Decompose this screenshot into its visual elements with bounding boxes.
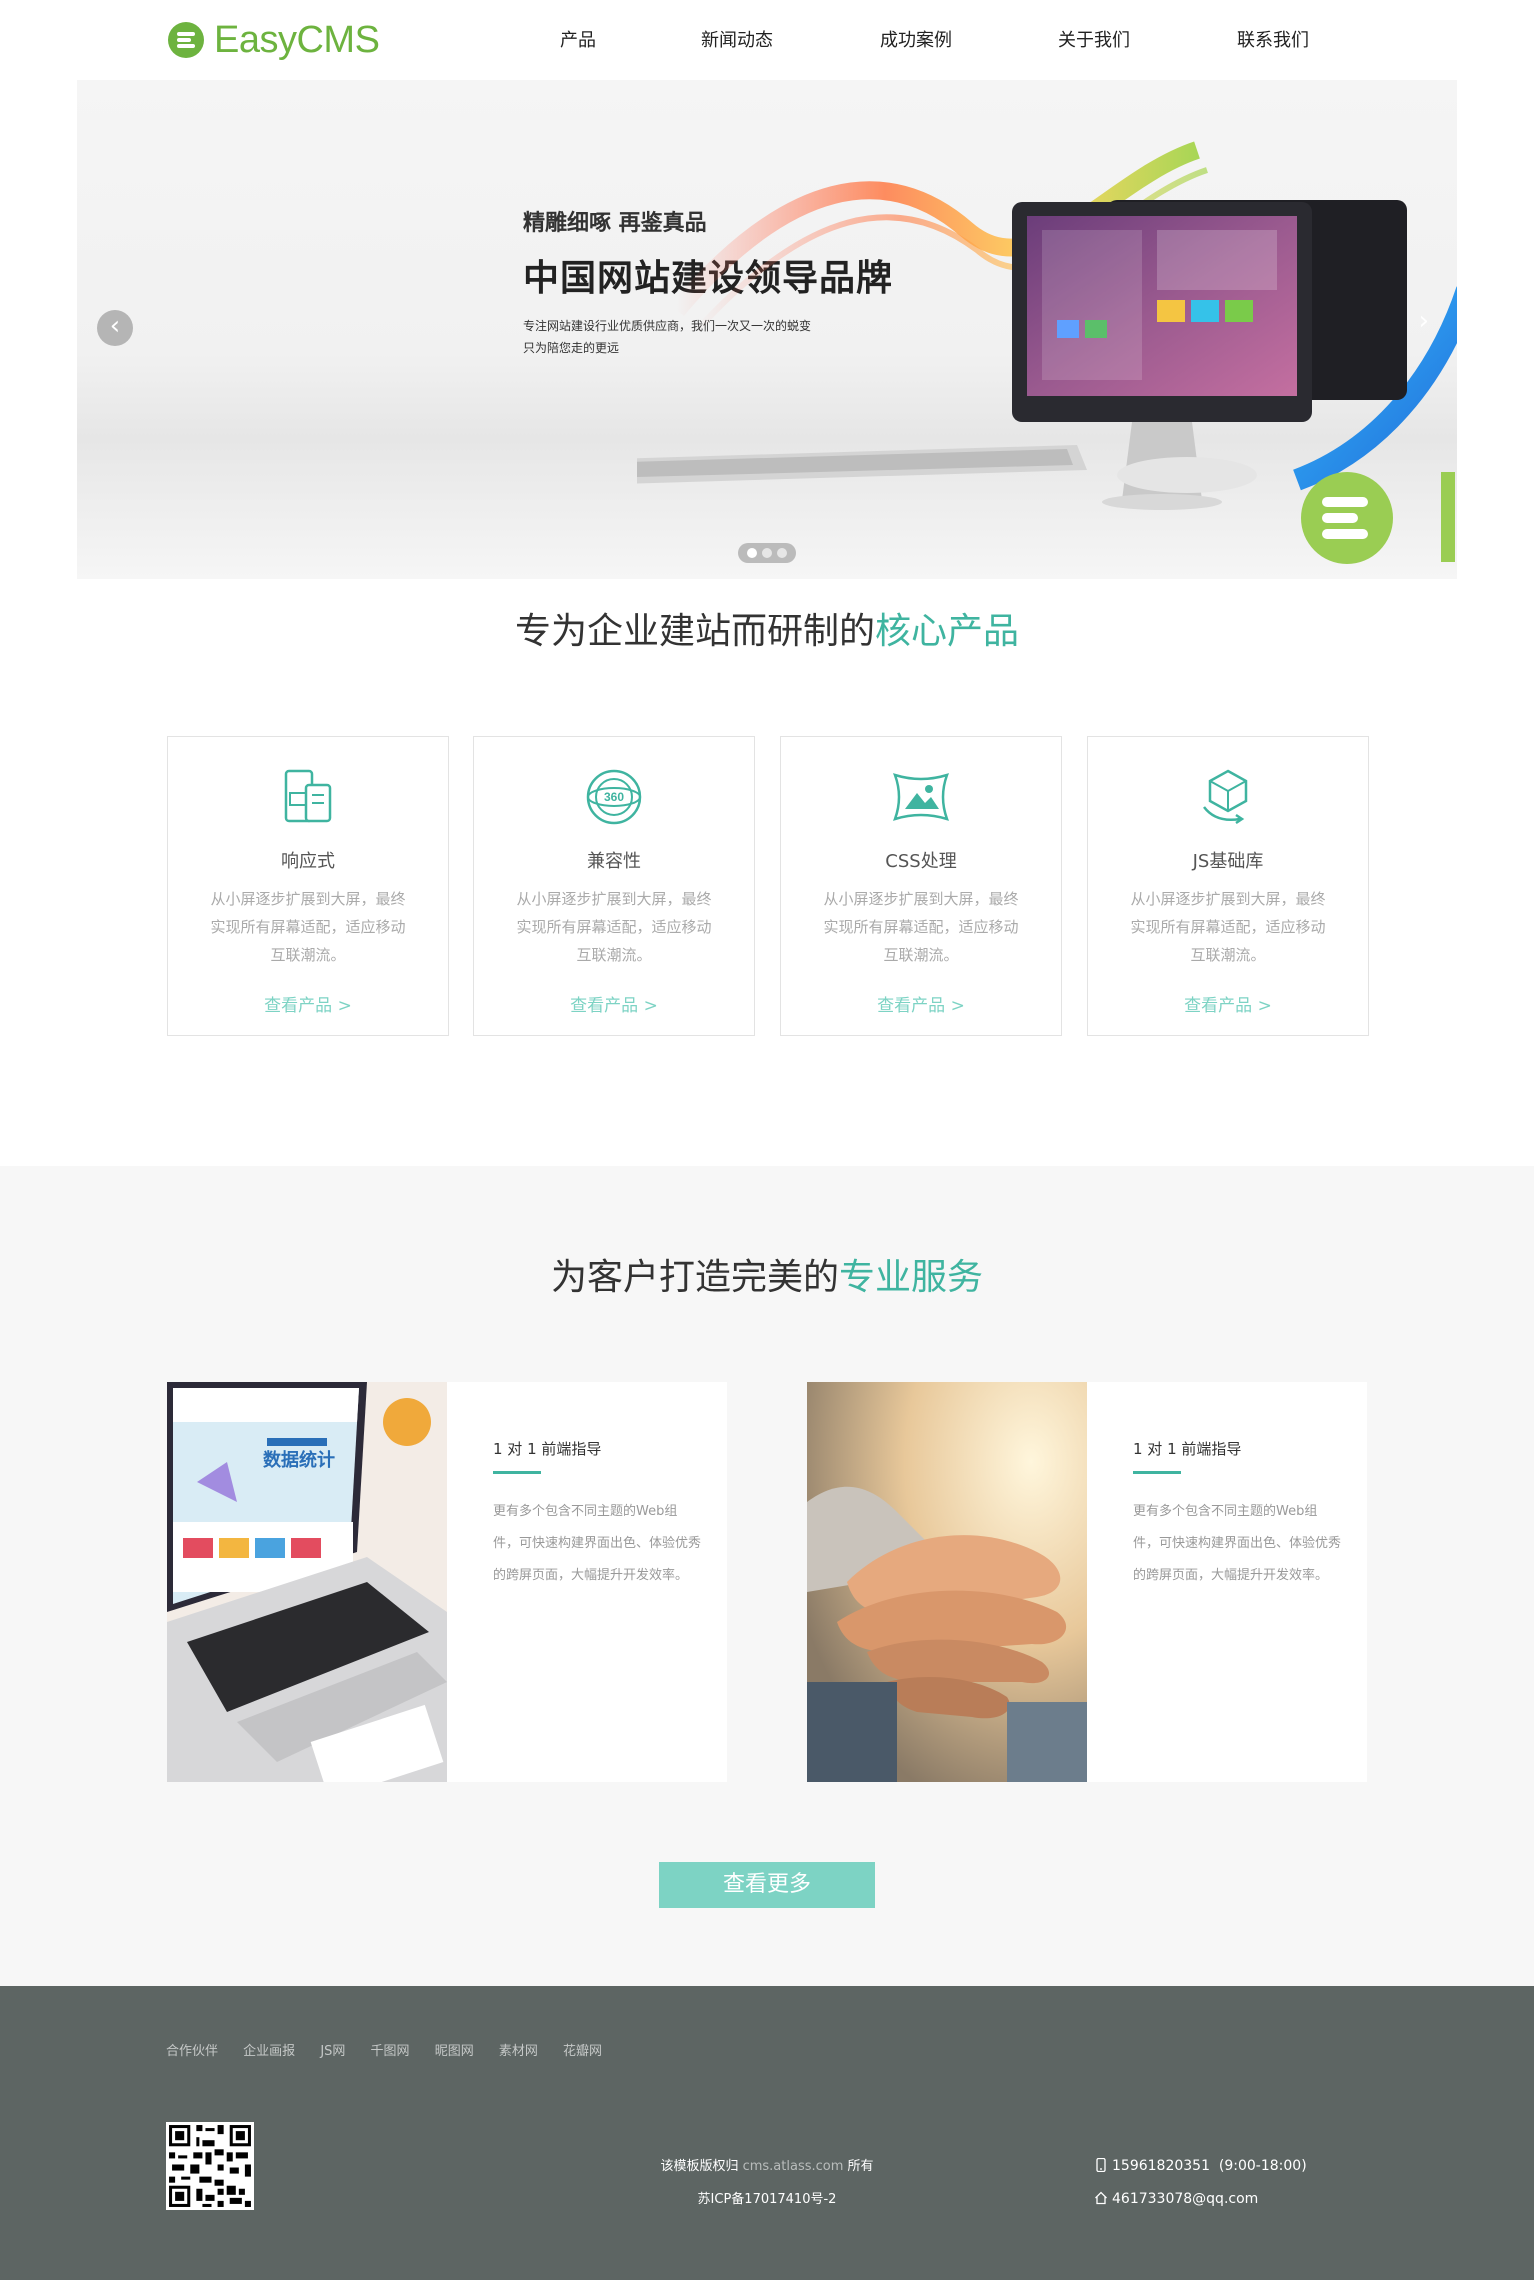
footer-link[interactable]: 素材网 — [499, 2044, 538, 2059]
product-description: 从小屏逐步扩展到大屏，最终实现所有屏幕适配，适应移动互联潮流。 — [210, 890, 406, 964]
product-description: 从小屏逐步扩展到大屏，最终实现所有屏幕适配，适应移动互联潮流。 — [516, 890, 712, 964]
chevron-left-icon: ‹ — [109, 311, 121, 341]
nav-item-cases[interactable]: 成功案例 — [880, 26, 952, 52]
view-product-link[interactable]: 查看产品 > — [1088, 991, 1368, 1016]
product-name: 兼容性 — [587, 851, 641, 872]
title-underline — [493, 1471, 541, 1474]
product-description: 从小屏逐步扩展到大屏，最终实现所有屏幕适配，适应移动互联潮流。 — [823, 890, 1019, 964]
360-globe-icon: 360 — [586, 769, 642, 825]
footer-link[interactable]: 花瓣网 — [563, 2044, 602, 2059]
laptop-illustration: 数据统计 — [167, 1382, 447, 1782]
service-text: 1 对 1 前端指导 更有多个包含不同主题的Web组件，可快速构建界面出色、体验… — [1133, 1438, 1343, 1592]
product-card[interactable]: 360 兼容性 从小屏逐步扩展到大屏，最终实现所有屏幕适配，适应移动互联潮流。 … — [473, 736, 755, 1036]
nav-item-news[interactable]: 新闻动态 — [701, 26, 773, 52]
footer-contact: 15961820351 (9:00-18:00) 461733078@qq.co… — [1094, 2150, 1307, 2216]
laptop-photo: 数据统计 — [167, 1382, 447, 1782]
chevron-right-icon: › — [1418, 306, 1429, 336]
contact-phone: 15961820351 (9:00-18:00) — [1094, 2150, 1307, 2183]
services-title-plain: 为客户打造完美的 — [550, 1257, 839, 1298]
office-hours: (9:00-18:00) — [1218, 2158, 1307, 2174]
icp-number[interactable]: 苏ICP备17017410号-2 — [500, 2183, 1034, 2216]
footer-link[interactable]: JS网 — [320, 2044, 345, 2059]
footer-copyright: 该模板版权归 cms.atlass.com 所有 苏ICP备17017410号-… — [500, 2150, 1034, 2216]
footer-links: 合作伙伴 企业画报 JS网 千图网 昵图网 素材网 花瓣网 — [166, 2040, 623, 2059]
slide-dot[interactable] — [777, 548, 788, 558]
product-card[interactable]: CSS处理 从小屏逐步扩展到大屏，最终实现所有屏幕适配，适应移动互联潮流。 查看… — [780, 736, 1062, 1036]
footer-link[interactable]: 企业画报 — [243, 2044, 295, 2059]
service-description: 更有多个包含不同主题的Web组件，可快速构建界面出色、体验优秀的跨屏页面，大幅提… — [1133, 1504, 1342, 1583]
copyright-domain[interactable]: cms.atlass.com — [743, 2159, 844, 2174]
service-card[interactable]: 1 对 1 前端指导 更有多个包含不同主题的Web组件，可快速构建界面出色、体验… — [807, 1382, 1367, 1782]
view-more-button[interactable]: 查看更多 — [659, 1862, 875, 1908]
banner-illustration — [637, 141, 1457, 564]
main-nav: 产品 新闻动态 成功案例 关于我们 联系我们 — [0, 26, 1534, 56]
banner-prev-button[interactable]: ‹ — [97, 310, 133, 346]
site-header: EasyCMS 产品 新闻动态 成功案例 关于我们 联系我们 — [0, 0, 1534, 80]
email-address: 461733078@qq.com — [1112, 2191, 1259, 2207]
products-title-plain: 专为企业建站而研制的 — [514, 611, 875, 652]
hero-banner: 精雕细啄 再鉴真品 中国网站建设领导品牌 专注网站建设行业优质供应商，我们一次又… — [77, 80, 1457, 579]
site-footer: 合作伙伴 企业画报 JS网 千图网 昵图网 素材网 花瓣网 该模板版权归 cms… — [0, 1986, 1534, 2280]
product-name: JS基础库 — [1192, 851, 1264, 872]
image-frame-icon — [892, 773, 950, 821]
product-name: CSS处理 — [885, 851, 957, 872]
view-product-link[interactable]: 查看产品 > — [168, 991, 448, 1016]
view-product-link[interactable]: 查看产品 > — [474, 991, 754, 1016]
slide-dot[interactable] — [761, 548, 772, 558]
product-name: 响应式 — [281, 851, 335, 872]
3d-cube-icon — [1203, 769, 1248, 825]
nav-item-contact[interactable]: 联系我们 — [1237, 26, 1309, 52]
service-title: 1 对 1 前端指导 — [1133, 1440, 1242, 1458]
responsive-devices-icon — [284, 769, 332, 823]
service-text: 1 对 1 前端指导 更有多个包含不同主题的Web组件，可快速构建界面出色、体验… — [493, 1438, 703, 1592]
footer-link[interactable]: 千图网 — [371, 2044, 410, 2059]
home-icon — [1095, 2191, 1107, 2205]
service-title: 1 对 1 前端指导 — [493, 1440, 602, 1458]
footer-link[interactable]: 合作伙伴 — [166, 2044, 218, 2059]
services-section-title: 为客户打造完美的专业服务 — [0, 1248, 1534, 1300]
hands-photo — [807, 1382, 1087, 1782]
copyright-suffix: 所有 — [847, 2159, 874, 2174]
screen-heading: 数据统计 — [263, 1449, 335, 1471]
qr-code-icon — [166, 2122, 254, 2210]
copyright-prefix: 该模板版权归 — [660, 2159, 739, 2174]
products-section-title: 专为企业建站而研制的核心产品 — [0, 602, 1534, 654]
title-underline — [1133, 1471, 1181, 1474]
service-description: 更有多个包含不同主题的Web组件，可快速构建界面出色、体验优秀的跨屏页面，大幅提… — [493, 1504, 702, 1583]
service-card[interactable]: 数据统计 1 对 1 前端指导 更有多个包含不同主题的Web组件，可快速构建界面… — [167, 1382, 727, 1782]
contact-email: 461733078@qq.com — [1094, 2183, 1307, 2216]
banner-next-button[interactable]: › — [1419, 306, 1429, 336]
nav-item-products[interactable]: 产品 — [560, 26, 596, 52]
hands-illustration — [807, 1382, 1087, 1782]
services-title-highlight: 专业服务 — [839, 1257, 984, 1298]
svg-text:360: 360 — [604, 790, 624, 804]
product-card[interactable]: 响应式 从小屏逐步扩展到大屏，最终实现所有屏幕适配，适应移动互联潮流。 查看产品… — [167, 736, 449, 1036]
slide-dot[interactable] — [746, 548, 757, 558]
products-title-highlight: 核心产品 — [875, 611, 1020, 652]
footer-link[interactable]: 昵图网 — [435, 2044, 474, 2059]
phone-number: 15961820351 — [1112, 2158, 1210, 2174]
banner-pagination — [738, 543, 796, 563]
product-card[interactable]: JS基础库 从小屏逐步扩展到大屏，最终实现所有屏幕适配，适应移动互联潮流。 查看… — [1087, 736, 1369, 1036]
product-description: 从小屏逐步扩展到大屏，最终实现所有屏幕适配，适应移动互联潮流。 — [1130, 890, 1326, 964]
view-product-link[interactable]: 查看产品 > — [781, 991, 1061, 1016]
nav-item-about[interactable]: 关于我们 — [1058, 26, 1130, 52]
phone-icon — [1096, 2158, 1106, 2172]
copyright-line: 该模板版权归 cms.atlass.com 所有 — [500, 2150, 1034, 2183]
